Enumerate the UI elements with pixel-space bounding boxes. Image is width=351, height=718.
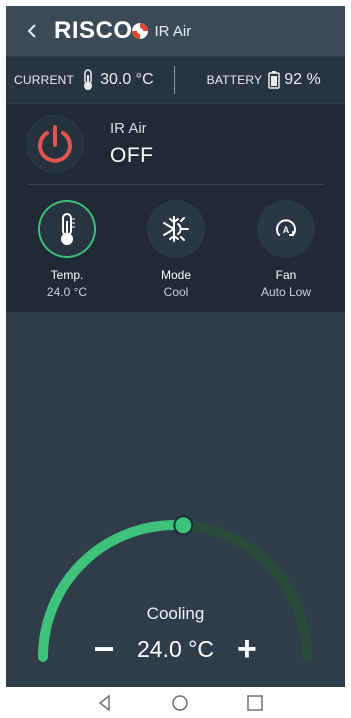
square-recents-icon[interactable] bbox=[244, 692, 266, 714]
temperature-dial: Cooling − 24.0 °C + bbox=[6, 312, 345, 687]
current-label: CURRENT bbox=[14, 73, 75, 87]
app-screen: RISCO IR Air CURRENT 30.0 °C BATTERY 92 … bbox=[6, 6, 345, 687]
svg-text:A: A bbox=[283, 225, 290, 235]
thermometer-icon bbox=[61, 213, 75, 245]
mode-control-button[interactable] bbox=[147, 200, 205, 258]
device-name: IR Air bbox=[110, 120, 147, 137]
battery-label: BATTERY bbox=[206, 73, 263, 87]
power-button[interactable] bbox=[27, 116, 83, 172]
temp-control-value: 24.0 °C bbox=[46, 285, 88, 299]
fan-control-label: Fan bbox=[275, 268, 297, 282]
temp-control[interactable]: Temp. 24.0 °C bbox=[17, 200, 117, 299]
android-nav-bar bbox=[0, 688, 351, 718]
panel-divider bbox=[28, 184, 324, 185]
triangle-back-icon[interactable] bbox=[94, 692, 116, 714]
chevron-left-icon[interactable] bbox=[26, 24, 40, 38]
device-panel: IR Air OFF Temp. 24.0 °C Mode Cool A Fan… bbox=[6, 104, 345, 312]
mode-control-value: Cool bbox=[163, 285, 189, 299]
fan-control-button[interactable]: A bbox=[257, 200, 315, 258]
temp-control-button[interactable] bbox=[38, 200, 96, 258]
top-bar: RISCO IR Air bbox=[6, 6, 345, 56]
status-divider bbox=[173, 66, 175, 94]
dial-mode-label: Cooling bbox=[146, 604, 205, 623]
mode-control[interactable]: Mode Cool bbox=[126, 200, 226, 299]
current-temperature: CURRENT 30.0 °C bbox=[14, 69, 154, 91]
battery-status: BATTERY 92 % bbox=[207, 71, 321, 89]
increase-temp-button[interactable]: + bbox=[230, 632, 264, 666]
set-temperature: 24.0 °C bbox=[137, 635, 214, 662]
snowflake-sun-icon bbox=[163, 216, 189, 242]
battery-value: 92 % bbox=[284, 71, 321, 88]
fan-control[interactable]: A Fan Auto Low bbox=[236, 200, 336, 299]
device-state: OFF bbox=[110, 144, 154, 167]
risco-swirl-icon bbox=[131, 23, 148, 39]
battery-icon bbox=[268, 71, 281, 89]
decrease-temp-button[interactable]: − bbox=[87, 631, 121, 667]
fan-control-value: Auto Low bbox=[260, 285, 312, 299]
power-icon bbox=[38, 125, 72, 163]
page-title: IR Air bbox=[154, 22, 192, 40]
thermometer-icon bbox=[84, 69, 93, 90]
mode-control-label: Mode bbox=[160, 268, 192, 282]
current-value: 30.0 °C bbox=[100, 71, 154, 88]
circle-home-icon[interactable] bbox=[169, 692, 191, 714]
temperature-setter: − 24.0 °C + bbox=[6, 631, 345, 667]
fan-auto-icon: A bbox=[276, 219, 296, 236]
dial-knob bbox=[173, 515, 194, 536]
brand-logo-text: RISCO bbox=[54, 17, 133, 44]
temp-control-label: Temp. bbox=[50, 268, 84, 282]
dial-arc[interactable] bbox=[6, 312, 345, 687]
status-bar: CURRENT 30.0 °C BATTERY 92 % bbox=[6, 57, 345, 103]
